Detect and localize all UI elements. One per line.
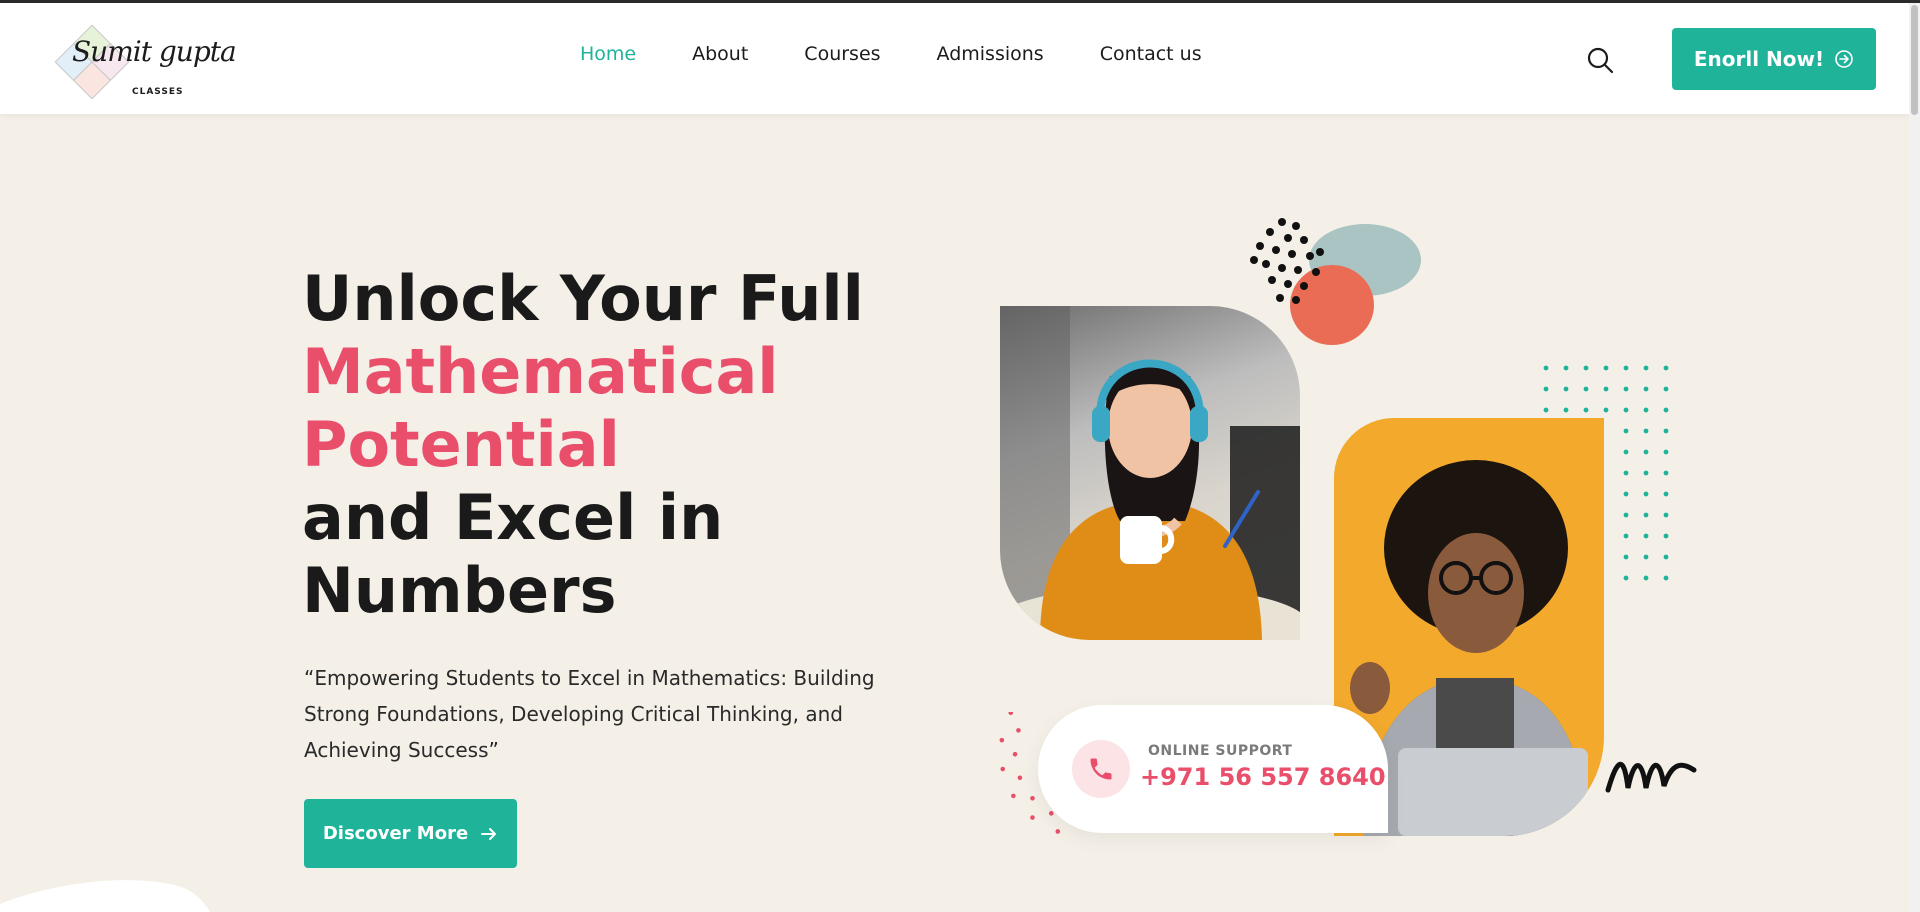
student-photo-headphones bbox=[1000, 306, 1300, 640]
discover-more-button[interactable]: Discover More bbox=[304, 799, 517, 868]
scrollbar-thumb[interactable] bbox=[1911, 5, 1918, 115]
hero-tagline: “Empowering Students to Excel in Mathema… bbox=[304, 666, 875, 762]
headline-line-4: Numbers bbox=[302, 554, 617, 627]
logo-subtext: CLASSES bbox=[132, 87, 184, 97]
nav-item-courses[interactable]: Courses bbox=[804, 43, 880, 73]
enroll-button-label: Enorll Now! bbox=[1693, 47, 1825, 71]
search-button[interactable] bbox=[1586, 46, 1616, 76]
headline-highlight-2: Potential bbox=[302, 408, 620, 481]
page-scrollbar[interactable] bbox=[1909, 3, 1920, 912]
bottom-wave bbox=[0, 880, 210, 912]
arrow-right-icon bbox=[481, 827, 497, 840]
enroll-button[interactable]: Enorll Now! bbox=[1672, 28, 1876, 90]
nav-item-admissions[interactable]: Admissions bbox=[937, 43, 1044, 73]
headline-highlight-1: Mathematical bbox=[302, 335, 779, 408]
logo-script-text: Sumit gupta bbox=[72, 35, 237, 68]
headline-line-1: Unlock Your Full bbox=[302, 262, 864, 335]
hero-headline: Unlock Your Full Mathematical Potential … bbox=[302, 262, 922, 627]
arrow-circle-icon bbox=[1835, 50, 1853, 68]
nav-item-home[interactable]: Home bbox=[580, 43, 636, 73]
online-support-card[interactable]: ONLINE SUPPORT +971 56 557 8640 bbox=[1038, 705, 1388, 833]
support-phone-number[interactable]: +971 56 557 8640 bbox=[1140, 763, 1386, 791]
brand-logo[interactable]: Sumit gupta CLASSES bbox=[52, 21, 237, 103]
search-icon bbox=[1587, 47, 1614, 74]
main-nav: Home About Courses Admissions Contact us bbox=[580, 43, 1258, 73]
discover-more-label: Discover More bbox=[322, 823, 469, 844]
online-support-label: ONLINE SUPPORT bbox=[1148, 743, 1293, 759]
phone-icon bbox=[1090, 758, 1112, 780]
site-header: Sumit gupta CLASSES Home About Courses A… bbox=[0, 3, 1909, 114]
squiggle-decoration bbox=[1605, 761, 1697, 793]
headline-line-3: and Excel in bbox=[302, 481, 724, 554]
nav-item-contact[interactable]: Contact us bbox=[1100, 43, 1202, 73]
nav-item-about[interactable]: About bbox=[692, 43, 748, 73]
student-girl-illustration bbox=[1000, 306, 1300, 640]
phone-icon-badge bbox=[1072, 740, 1130, 798]
